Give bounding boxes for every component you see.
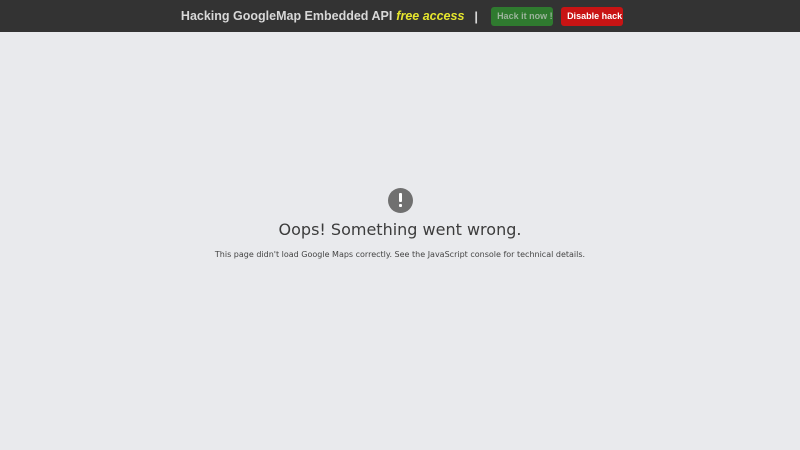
banner-title: Hacking GoogleMap Embedded API free acces… (181, 9, 465, 23)
top-banner: Hacking GoogleMap Embedded API free acces… (0, 0, 800, 32)
banner-title-highlight: free access (396, 9, 465, 23)
banner-content: Hacking GoogleMap Embedded API free acces… (181, 6, 624, 26)
banner-title-text: Hacking GoogleMap Embedded API (180, 9, 393, 23)
hack-it-now-button[interactable]: Hack it now ! (491, 6, 554, 26)
exclamation-bar (398, 193, 402, 202)
exclamation-icon (387, 188, 413, 213)
banner-separator: | (474, 8, 479, 24)
exclamation-dot (398, 204, 402, 207)
error-title: Oops! Something went wrong. (278, 220, 522, 239)
map-error-panel: Oops! Something went wrong. This page di… (0, 188, 800, 259)
disable-hack-button[interactable]: Disable hack (561, 6, 624, 26)
error-detail: This page didn't load Google Maps correc… (214, 250, 586, 259)
